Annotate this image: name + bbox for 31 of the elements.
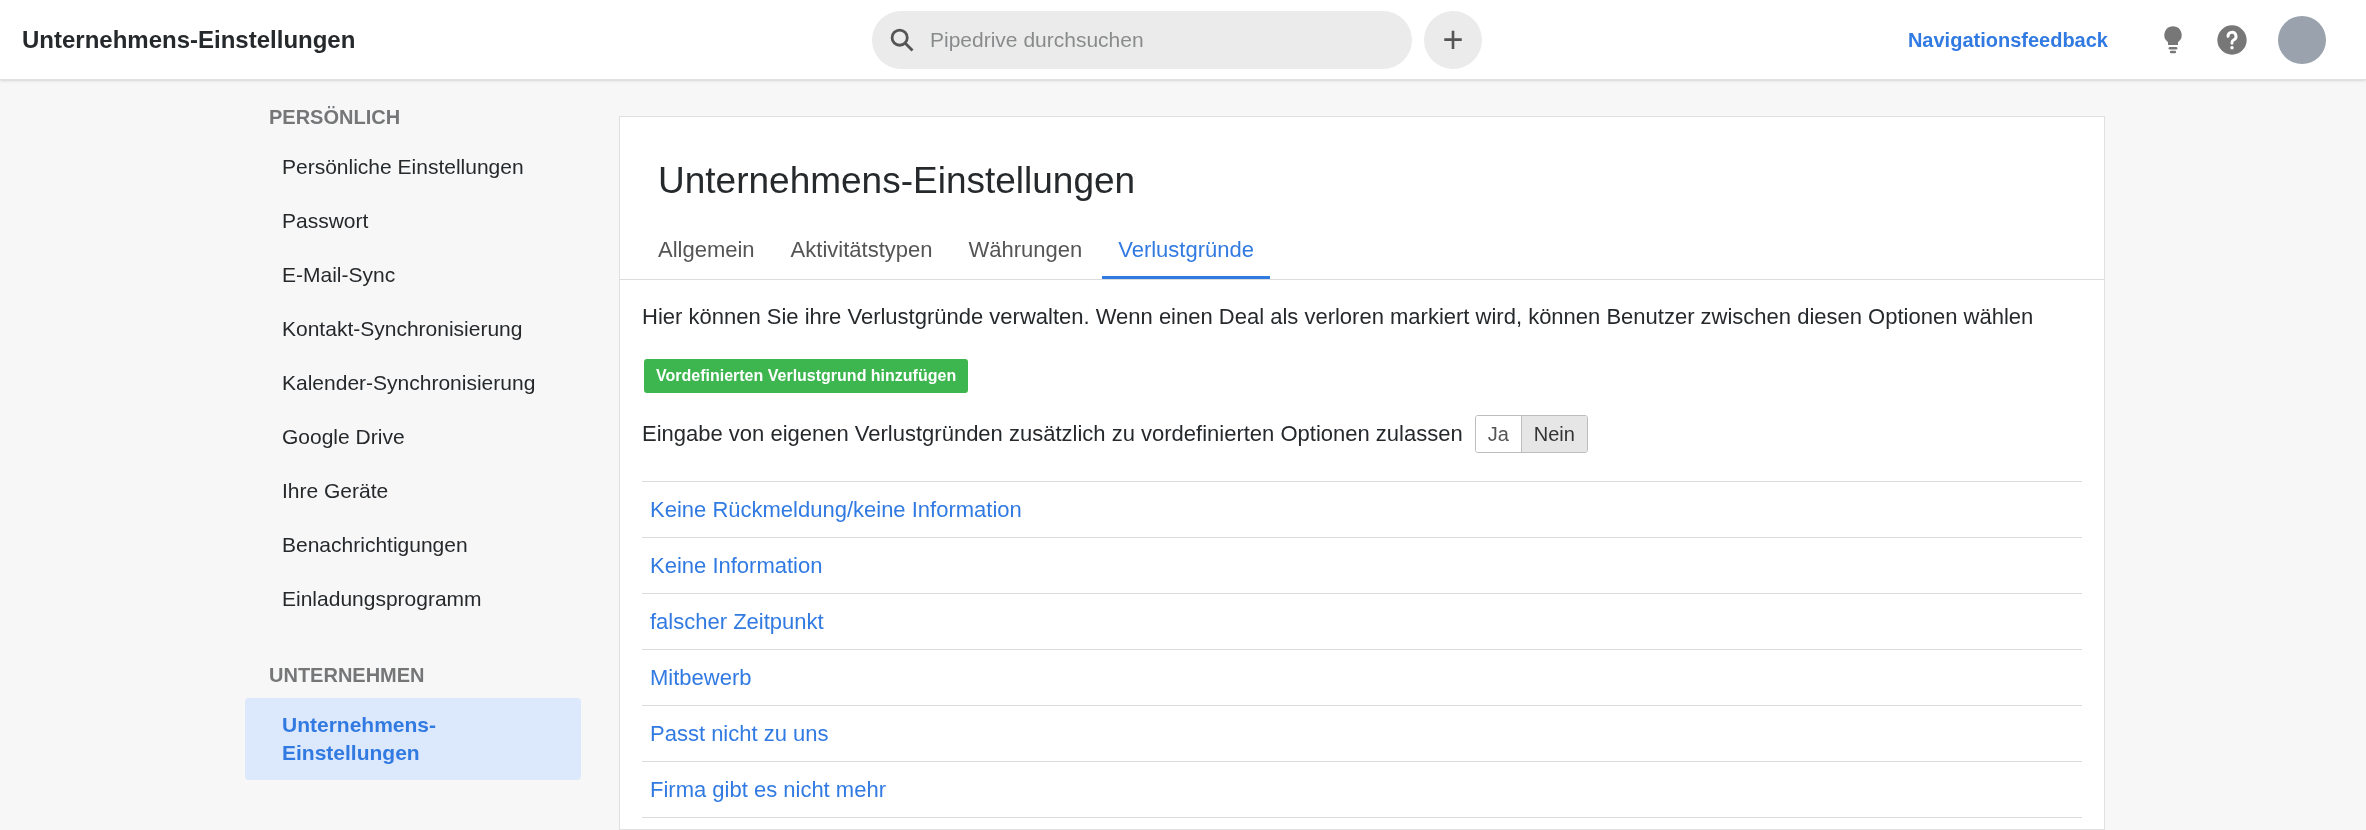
- page-title: Unternehmens-Einstellungen: [22, 24, 357, 55]
- loss-reason-link[interactable]: Passt nicht zu uns: [650, 716, 829, 750]
- loss-reason-link[interactable]: Firma gibt es nicht mehr: [650, 772, 886, 806]
- content-title: Unternehmens-Einstellungen: [657, 159, 1137, 203]
- tab[interactable]: Aktivitätstypen: [774, 222, 949, 279]
- add-button[interactable]: +: [1424, 10, 1482, 69]
- tab[interactable]: Verlustgründe: [1102, 222, 1270, 279]
- help-icon[interactable]: [2216, 23, 2248, 56]
- tab[interactable]: Währungen: [952, 222, 1099, 279]
- sidebar-heading: PERSÖNLICH: [268, 105, 402, 130]
- loss-reason-link[interactable]: Keine Information: [650, 548, 823, 582]
- loss-reason-link[interactable]: Mitbewerb: [650, 660, 752, 694]
- avatar[interactable]: [2278, 15, 2326, 64]
- sidebar-item[interactable]: Kalender-Synchronisierung: [245, 356, 581, 410]
- sidebar-item[interactable]: Benachrichtigungen: [245, 518, 581, 572]
- loss-reason-link[interactable]: falscher Zeitpunkt: [650, 604, 824, 638]
- sidebar-item[interactable]: Kontakt-Synchronisierung: [245, 302, 581, 356]
- sidebar-heading: UNTERNEHMEN: [268, 663, 426, 688]
- feedback-link[interactable]: Navigationsfeedback: [1907, 24, 2108, 55]
- toggle-option[interactable]: Nein: [1520, 415, 1587, 452]
- sidebar-item[interactable]: E-Mail-Sync: [245, 248, 581, 302]
- search-field[interactable]: Pipedrive durchsuchen: [872, 10, 1412, 69]
- description-text: Hier können Sie ihre Verlustgründe verwalten. Wenn einen Deal als verloren markiert wird, können Benutzer zwischen diesen Optionen wählen: [642, 302, 2035, 331]
- sidebar-item[interactable]: Persönliche Einstellungen: [245, 140, 581, 194]
- loss-reason-link[interactable]: Keine Rückmeldung/keine Information: [650, 492, 1022, 526]
- sidebar-item[interactable]: Ihre Geräte: [245, 464, 581, 518]
- sidebar-item[interactable]: Einladungsprogramm: [245, 572, 581, 626]
- sidebar-item[interactable]: Google Drive: [245, 410, 581, 464]
- tab[interactable]: Allgemein: [642, 222, 771, 279]
- sidebar-item[interactable]: Passwort: [245, 194, 581, 248]
- custom-reasons-label: Eingabe von eigenen Verlustgründen zusätzlich zu vordefinierten Optionen zulassen: [642, 420, 1463, 448]
